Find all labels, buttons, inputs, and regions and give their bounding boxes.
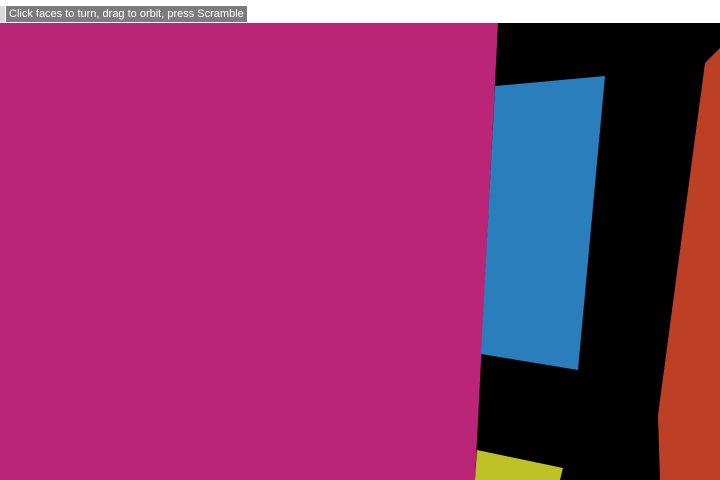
hud: Click faces to turn, drag to orbit, pres… [0, 6, 247, 22]
cube-face-magenta[interactable] [0, 23, 498, 480]
cube-face-blue[interactable] [481, 76, 605, 370]
instructions-hint: Click faces to turn, drag to orbit, pres… [6, 6, 247, 22]
scramble-button[interactable] [0, 6, 5, 22]
cube-render[interactable] [0, 0, 720, 480]
cube-face-yellow[interactable] [475, 450, 563, 480]
cube-face-orange[interactable] [658, 48, 720, 480]
game-viewport[interactable]: Click faces to turn, drag to orbit, pres… [0, 0, 720, 480]
